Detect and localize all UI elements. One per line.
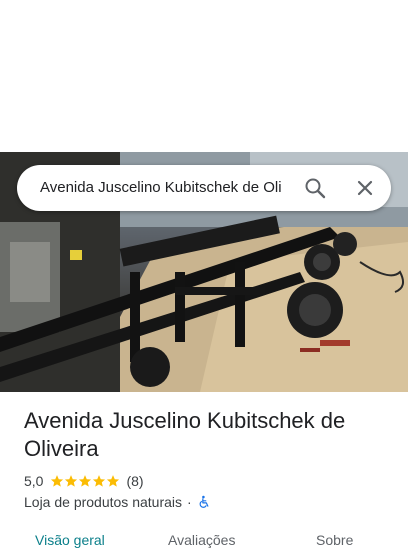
close-button[interactable] <box>353 176 377 200</box>
star-icon <box>107 475 120 487</box>
place-tabs: Visão geral Avaliações Sobre <box>0 526 408 548</box>
tab-reviews[interactable]: Avaliações <box>168 532 235 548</box>
star-icon <box>51 475 64 487</box>
rating-value: 5,0 <box>24 473 44 489</box>
tab-about[interactable]: Sobre <box>316 532 353 548</box>
search-input[interactable]: Avenida Juscelino Kubitschek de Oli <box>40 165 305 211</box>
review-count: (8) <box>126 473 144 489</box>
star-icon <box>93 475 106 487</box>
star-icon <box>65 475 78 487</box>
blank-area <box>0 0 408 152</box>
star-rating <box>50 474 120 488</box>
tab-overview[interactable]: Visão geral <box>35 532 105 548</box>
search-icon <box>305 178 326 199</box>
separator-dot: · <box>187 494 192 510</box>
search-bar[interactable]: Avenida Juscelino Kubitschek de Oli <box>17 165 391 211</box>
star-icon <box>79 475 92 487</box>
rating-row[interactable]: 5,0 (8) <box>24 472 144 490</box>
place-title: Avenida Juscelino Kubitschek de Oliveira <box>24 408 346 461</box>
search-button[interactable] <box>303 176 327 200</box>
close-icon <box>357 180 373 196</box>
category-row: Loja de produtos naturais · <box>24 493 211 511</box>
wheelchair-icon <box>199 495 209 508</box>
place-category: Loja de produtos naturais <box>24 494 182 510</box>
